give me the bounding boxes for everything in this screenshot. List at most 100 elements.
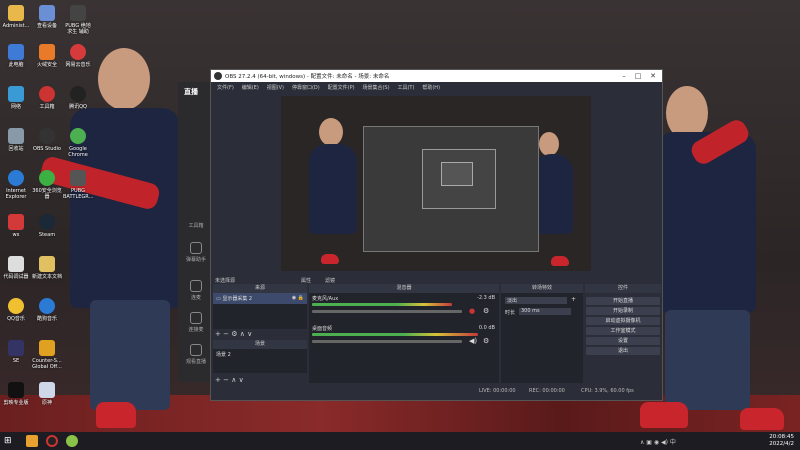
desktop-icon[interactable]: 代码调试器 xyxy=(1,256,31,280)
list-item[interactable]: ▭ 显示器采集 2 ◉ 🔒 xyxy=(213,293,307,304)
transitions-panel-title: 转场特效 xyxy=(501,284,583,293)
remove-scene-button[interactable]: − xyxy=(223,376,229,384)
gear-icon[interactable]: ⚙ xyxy=(483,337,489,345)
desktop-icon[interactable]: Steam xyxy=(32,214,62,238)
desktop-icon[interactable]: 酷狗音乐 xyxy=(32,298,62,322)
menu-profile[interactable]: 配置文件(P) xyxy=(328,84,355,91)
kugou-icon xyxy=(39,298,55,314)
menu-bar: 文件(F) 编辑(E) 视图(V) 停靠窗口(D) 配置文件(P) 场景集合(S… xyxy=(211,82,662,92)
menu-help[interactable]: 帮助(H) xyxy=(422,84,440,91)
mixer-channel-name: 麦克风/Aux xyxy=(312,296,339,302)
desktop-icon[interactable]: 工具箱 xyxy=(32,86,62,110)
chat-icon xyxy=(190,242,202,254)
add-scene-button[interactable]: + xyxy=(215,376,221,384)
desktop-icon[interactable]: 回收站 xyxy=(1,128,31,152)
mixer-channel-name: 桌面音频 xyxy=(312,326,333,332)
menu-scene-collection[interactable]: 场景集合(S) xyxy=(362,84,389,91)
studio-mode-button[interactable]: 工作室模式 xyxy=(586,327,660,335)
mute-icon[interactable]: ● xyxy=(469,307,475,315)
preview-canvas[interactable] xyxy=(281,96,591,271)
exit-button[interactable]: 退出 xyxy=(586,347,660,355)
move-down-button[interactable]: ∨ xyxy=(239,376,244,384)
desktop-icon[interactable]: 网络 xyxy=(1,86,31,110)
nav-toolbox[interactable]: 工具箱 xyxy=(181,222,211,229)
live-status: LIVE: 00:00:00 xyxy=(479,388,516,394)
scene-toolbar: + − ∧ ∨ xyxy=(215,376,244,384)
mixer-db-readout: 0.0 dB xyxy=(478,325,495,331)
desktop-icon[interactable]: QQ音乐 xyxy=(1,298,31,322)
nav-connect-mic[interactable]: 连接麦 xyxy=(181,312,211,333)
browser-icon xyxy=(39,170,55,186)
nav-danmaku[interactable]: 弹幕助手 xyxy=(181,242,211,263)
desktop-icon[interactable]: 新建文本文档 xyxy=(32,256,62,280)
browser-taskbar-icon[interactable] xyxy=(66,435,78,447)
clock[interactable]: 20:08:45 2022/4/2 xyxy=(769,434,794,448)
dock-panels: 来源 ▭ 显示器采集 2 ◉ 🔒 + − ⚙ ∧ ∨ 场景 场景 2 + − ∧… xyxy=(211,284,662,384)
desktop-icon[interactable]: PUBG BATTLEGR... xyxy=(63,170,93,200)
start-recording-button[interactable]: 开始录制 xyxy=(586,307,660,315)
add-transition-button[interactable]: + xyxy=(571,296,576,303)
menu-file[interactable]: 文件(F) xyxy=(217,84,234,91)
start-icon[interactable]: ⊞ xyxy=(4,435,16,447)
desktop-icon[interactable]: 剪映专业版 xyxy=(1,382,31,406)
desktop-icon[interactable]: Google Chrome xyxy=(63,128,93,158)
steam-icon xyxy=(39,214,55,230)
close-button[interactable]: ✕ xyxy=(646,71,660,81)
nav-watch-live[interactable]: 观看直播 xyxy=(181,344,211,365)
desktop-icon[interactable]: 360安全浏览器 xyxy=(32,170,62,200)
filters-button[interactable]: 滤镜 xyxy=(325,277,335,284)
desktop-icon[interactable]: Administ... xyxy=(1,5,31,29)
virtual-camera-button[interactable]: 启动虚拟摄像机 xyxy=(586,317,660,325)
gear-icon[interactable]: ⚙ xyxy=(483,307,489,315)
desktop-icon[interactable]: PUBG 绝地求生 辅助 xyxy=(63,5,93,35)
move-down-button[interactable]: ∨ xyxy=(247,330,252,338)
add-source-button[interactable]: + xyxy=(215,330,221,338)
menu-edit[interactable]: 编辑(E) xyxy=(242,84,259,91)
qq-icon xyxy=(70,86,86,102)
menu-docks[interactable]: 停靠窗口(D) xyxy=(292,84,320,91)
list-item[interactable]: 场景 2 xyxy=(213,349,307,360)
desktop-icon[interactable]: Counter-S... Global Off... xyxy=(32,340,62,370)
text-file-icon xyxy=(39,256,55,272)
properties-button[interactable]: 属性 xyxy=(301,277,311,284)
settings-button[interactable]: 设置 xyxy=(586,337,660,345)
scenes-list[interactable]: 场景 2 xyxy=(213,349,307,373)
mixer-db-readout: -2.3 dB xyxy=(477,295,495,301)
desktop-icon[interactable]: 查看设备 xyxy=(32,5,62,29)
desktop-icon[interactable]: wx xyxy=(1,214,31,238)
desktop-icon[interactable]: 腾讯QQ xyxy=(63,86,93,110)
duration-input[interactable]: 300 ms xyxy=(519,308,571,315)
genshin-icon xyxy=(39,382,55,398)
start-streaming-button[interactable]: 开始直播 xyxy=(586,297,660,305)
system-tray[interactable]: ∧ ▣ ◉ ◀) 中 xyxy=(640,437,676,446)
remove-source-button[interactable]: − xyxy=(223,330,229,338)
desktop-icon[interactable]: 火绒安全 xyxy=(32,44,62,68)
toolbox-icon xyxy=(39,86,55,102)
move-up-button[interactable]: ∧ xyxy=(231,376,236,384)
desktop-icon[interactable]: Internet Explorer xyxy=(1,170,31,200)
sources-list[interactable]: ▭ 显示器采集 2 ◉ 🔒 xyxy=(213,293,307,329)
source-settings-button[interactable]: ⚙ xyxy=(231,330,237,338)
obs-titlebar[interactable]: OBS 27.2.4 (64-bit, windows) - 配置文件: 未命名… xyxy=(211,70,662,82)
menu-view[interactable]: 视图(V) xyxy=(267,84,284,91)
move-up-button[interactable]: ∧ xyxy=(240,330,245,338)
obs-window: OBS 27.2.4 (64-bit, windows) - 配置文件: 未命名… xyxy=(210,69,663,401)
volume-slider[interactable] xyxy=(312,340,462,343)
minimize-button[interactable]: – xyxy=(617,71,631,81)
obs-taskbar-icon[interactable] xyxy=(46,435,58,447)
desktop-icon[interactable]: SE xyxy=(1,340,31,364)
speaker-icon[interactable]: ◀) xyxy=(469,337,477,345)
volume-slider[interactable] xyxy=(312,310,462,313)
link-icon xyxy=(190,312,202,324)
maximize-button[interactable]: □ xyxy=(631,71,645,81)
eye-icon[interactable]: ◉ 🔒 xyxy=(292,295,304,301)
mic-icon xyxy=(190,280,202,292)
desktop-icon[interactable]: 此电脑 xyxy=(1,44,31,68)
desktop-icon[interactable]: OBS Studio xyxy=(32,128,62,152)
file-explorer-icon[interactable] xyxy=(26,435,38,447)
desktop-icon[interactable]: 网易云音乐 xyxy=(63,44,93,68)
menu-tools[interactable]: 工具(T) xyxy=(397,84,414,91)
nav-connect[interactable]: 连麦 xyxy=(181,280,211,301)
desktop-icon[interactable]: 原神 xyxy=(32,382,62,406)
transition-select[interactable]: 淡出 xyxy=(505,297,567,304)
